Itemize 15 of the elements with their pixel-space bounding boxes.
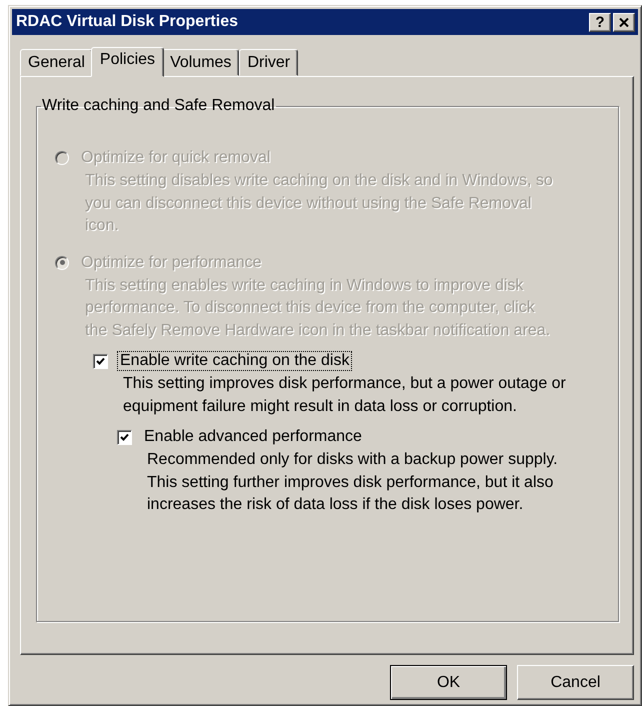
- option-description: Recommended only for disks with a backup power supply. This setting further improves disk performance, but it also increases the risk of data loss if the disk loses power.: [147, 450, 559, 515]
- close-button[interactable]: [613, 12, 635, 32]
- help-button[interactable]: ?: [589, 12, 611, 32]
- close-icon: [619, 18, 629, 26]
- checkmark-icon: [120, 432, 129, 442]
- option-description: This setting improves disk performance, but a power outage or equipment failure might result in data loss or corruption.: [123, 374, 567, 416]
- window-title: RDAC Virtual Disk Properties: [16, 13, 239, 31]
- tab[interactable]: Policies: [90, 47, 164, 77]
- tab[interactable]: Volumes: [162, 49, 240, 76]
- dialog-button[interactable]: OK: [390, 665, 507, 700]
- tab[interactable]: Driver: [239, 49, 298, 76]
- tab[interactable]: General: [20, 49, 93, 76]
- dialog-button[interactable]: Cancel: [517, 665, 634, 700]
- group-title: Write caching and Safe Removal: [41, 97, 276, 115]
- checkmark-icon: [96, 356, 105, 366]
